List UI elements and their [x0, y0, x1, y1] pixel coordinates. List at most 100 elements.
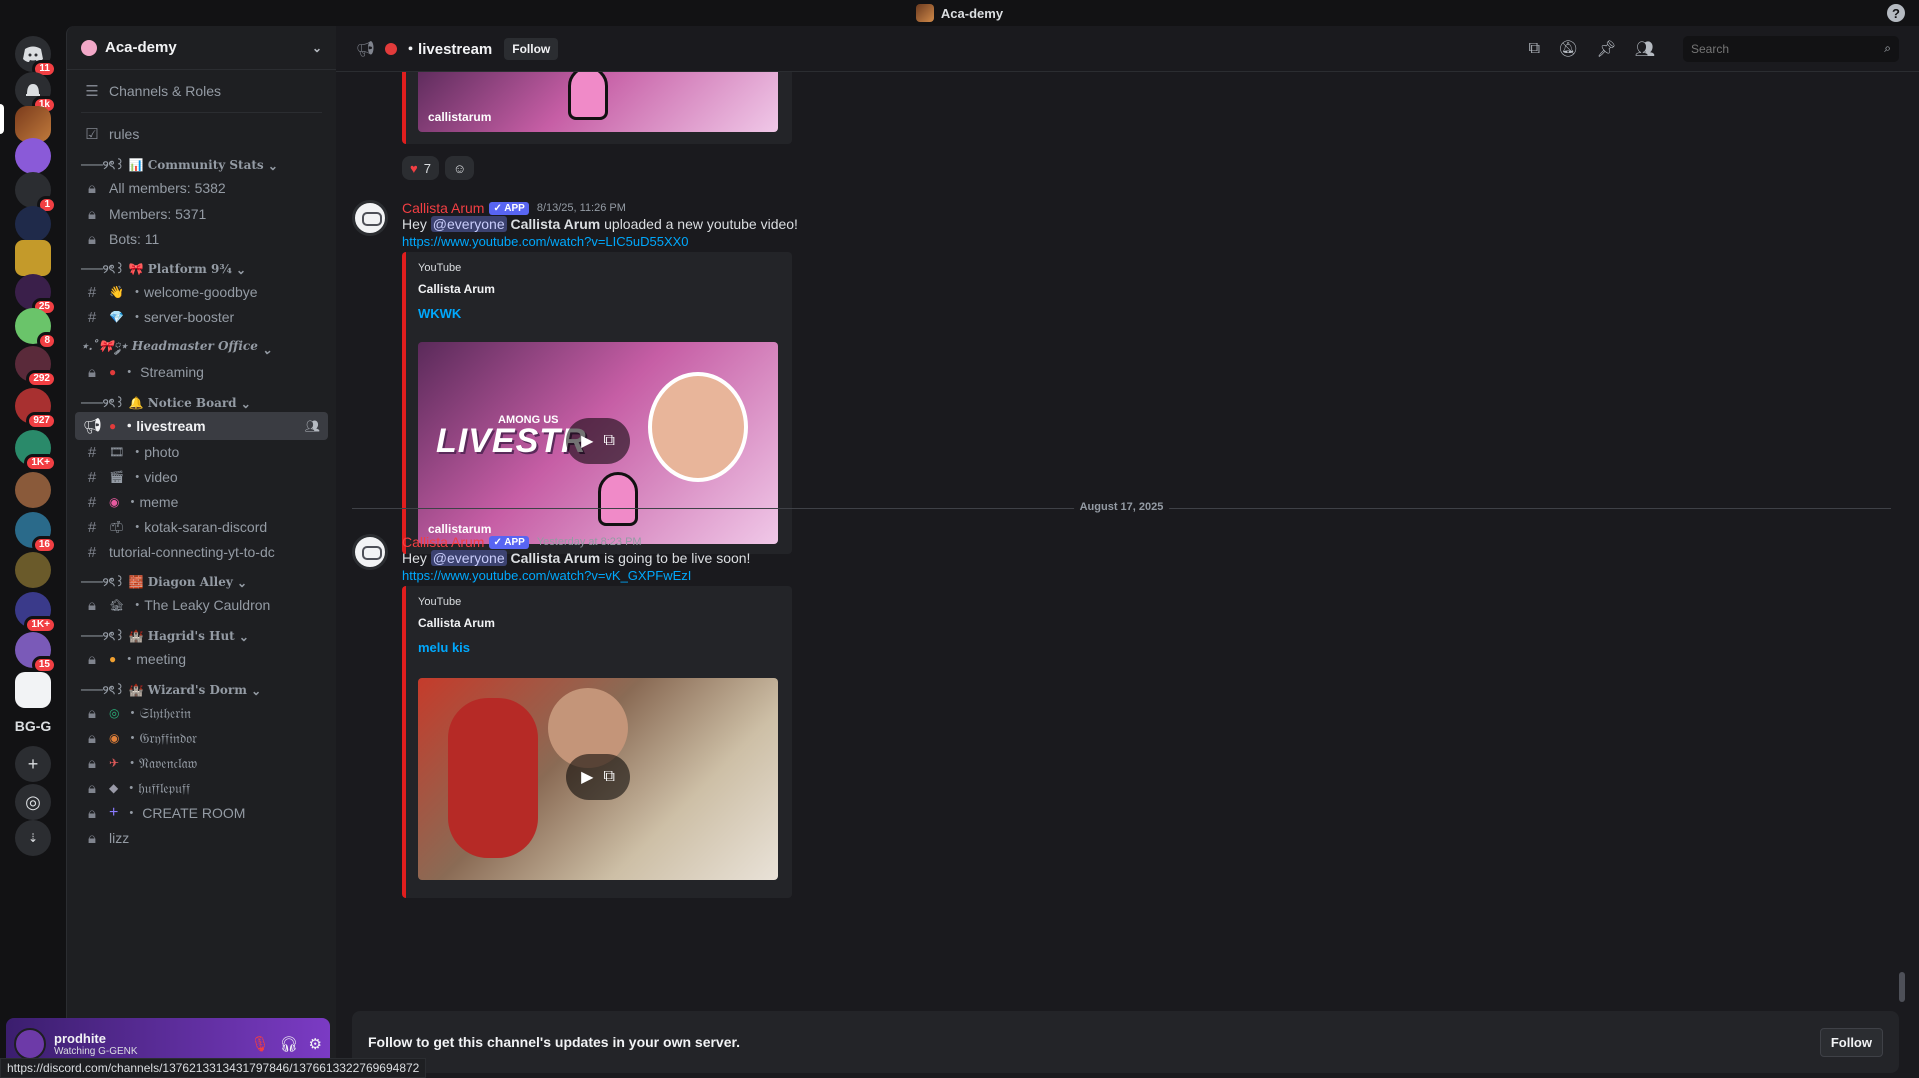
server-green[interactable]: 8	[15, 308, 57, 350]
sidebar-item-rules[interactable]: ☑ rules	[75, 120, 328, 148]
pin-icon[interactable]: 📌︎	[1596, 39, 1616, 59]
red-dot-icon: ●	[109, 365, 117, 379]
avatar[interactable]	[14, 1028, 46, 1060]
notification-muted-icon[interactable]: 🔕︎	[1558, 39, 1578, 59]
server-bg-g[interactable]: BG-G	[0, 718, 66, 734]
server-anime[interactable]	[15, 240, 51, 276]
discord-home-icon[interactable]: 11	[15, 36, 57, 78]
category-diagon-alley[interactable]: ───୨ৎ꒱ 🧱 Diagon Alley ⌄	[81, 573, 328, 593]
server-aca-demy[interactable]	[15, 106, 51, 142]
author-name[interactable]: Callista Arum	[402, 534, 484, 550]
author-name[interactable]: Callista Arum	[402, 200, 484, 216]
chevron-down-icon[interactable]: ⌄	[312, 41, 322, 55]
server-indigo[interactable]: 1K+	[15, 592, 57, 634]
threads-icon[interactable]: ⧉	[1529, 40, 1540, 58]
add-reaction-button[interactable]: ☺	[444, 156, 475, 180]
server-white[interactable]	[15, 672, 51, 708]
channel-lizz[interactable]: 🔒︎ lizz	[75, 824, 328, 852]
embed-provider[interactable]: YouTube	[418, 262, 461, 274]
clapper-icon: 🎬︎	[109, 470, 125, 484]
embed-title[interactable]: WKWK	[418, 306, 461, 321]
lock-icon: 🔒︎	[88, 230, 96, 248]
download-icon[interactable]: ⇣	[15, 820, 51, 856]
follow-button[interactable]: Follow	[504, 37, 559, 60]
search-field[interactable]	[1691, 41, 1885, 56]
scrollbar[interactable]	[1899, 972, 1905, 1002]
gear-icon[interactable]: ⚙	[309, 1035, 322, 1053]
server-purple[interactable]	[15, 138, 51, 174]
video-thumbnail[interactable]: AMONG US LIVESTR callistarum ▶ ⧉	[418, 342, 778, 544]
message-link[interactable]: https://www.youtube.com/watch?v=vK_GXPFw…	[402, 568, 691, 583]
channel-slytherin[interactable]: 🔒︎ ◎ ・𝔖𝔩𝔶𝔱𝔥𝔢𝔯𝔦𝔫	[75, 699, 328, 727]
server-maroon[interactable]: 292	[15, 346, 57, 388]
message-link[interactable]: https://www.youtube.com/watch?v=LIC5uD55…	[402, 234, 689, 249]
lock-icon: 🔒︎	[88, 754, 96, 772]
embed-title[interactable]: melu kis	[418, 640, 470, 655]
channel-meeting[interactable]: 🔒︎ ● ・meeting	[75, 645, 328, 673]
sidebar-item-channels-roles[interactable]: ☰ Channels & Roles	[75, 77, 328, 105]
channel-ravenclaw[interactable]: 🔒︎ ✈︎ ・𝔑𝔞𝔳𝔢𝔫𝔠𝔩𝔞𝔴	[75, 749, 328, 777]
channel-hufflepuff[interactable]: 🔒︎ ◆ ・𝔥𝔲𝔣𝔣𝔩𝔢𝔭𝔲𝔣𝔣	[75, 774, 328, 802]
embed-provider[interactable]: YouTube	[418, 596, 461, 608]
play-button[interactable]: ▶ ⧉	[566, 418, 630, 464]
red-dot-icon: ●	[109, 419, 117, 433]
mention[interactable]: @everyone	[430, 550, 507, 566]
avatar[interactable]	[352, 200, 388, 236]
add-member-icon[interactable]: 👥︎	[305, 419, 320, 433]
category-notice-board[interactable]: ───୨ৎ꒱ 🔔 Notice Board ⌄	[81, 394, 328, 414]
hash-icon: #	[87, 543, 97, 561]
server-teal[interactable]: 1K+	[15, 430, 57, 472]
server-yellow[interactable]: 16	[15, 512, 57, 554]
server-olive[interactable]	[15, 552, 51, 588]
notifications-icon[interactable]: 1k	[15, 72, 57, 114]
mic-muted-icon[interactable]: 🎙︎	[250, 1035, 269, 1053]
channel-meme[interactable]: # ◉ ・meme	[75, 488, 328, 516]
server-blue[interactable]	[15, 206, 51, 242]
add-server-icon[interactable]: +	[15, 746, 51, 782]
discover-icon[interactable]: ◎	[15, 784, 51, 820]
channel-streaming[interactable]: 🔒︎ ● ・ Streaming	[75, 358, 328, 386]
avatar[interactable]	[352, 534, 388, 570]
server-name: Aca-demy	[105, 39, 177, 56]
selected-pill	[0, 104, 4, 134]
channel-welcome-goodbye[interactable]: # 👋 ・welcome-goodbye	[75, 278, 328, 306]
channel-all-members[interactable]: 🔒︎ All members: 5382	[75, 174, 328, 202]
mention[interactable]: @everyone	[430, 216, 507, 232]
username[interactable]: prodhite	[54, 1031, 138, 1046]
category-community-stats[interactable]: ───୨ৎ꒱ 📊 Community Stats ⌄	[81, 156, 328, 176]
category-platform[interactable]: ───୨ৎ꒱ 🎀 Platform 9¾ ⌄	[81, 260, 328, 280]
help-icon[interactable]: ?	[1887, 4, 1905, 22]
server-dark[interactable]: 25	[15, 274, 57, 316]
channel-kotak-saran[interactable]: # 📫︎ ・kotak-saran-discord	[75, 513, 328, 541]
channel-bots[interactable]: 🔒︎ Bots: 11	[75, 225, 328, 253]
member-list-icon[interactable]: 👥︎	[1635, 39, 1655, 59]
search-input[interactable]: ⌕	[1683, 35, 1899, 62]
server-red-pixel[interactable]: 1	[15, 172, 57, 214]
channel-leaky-cauldron[interactable]: 🔒︎ 🏚︎ ・The Leaky Cauldron	[75, 591, 328, 619]
server-red[interactable]: 927	[15, 388, 57, 430]
category-headmaster-office[interactable]: ⋆.˚🎀༘⋆ Headmaster Office ⌄	[81, 339, 328, 360]
video-thumbnail[interactable]: callistarum	[418, 72, 778, 132]
embed-author[interactable]: Callista Arum	[418, 282, 495, 296]
category-hagrids-hut[interactable]: ───୨ৎ꒱ 🏰 Hagrid's Hut ⌄	[81, 627, 328, 647]
server-header[interactable]: Aca-demy ⌄	[67, 26, 336, 70]
channel-video[interactable]: # 🎬︎ ・video	[75, 463, 328, 491]
follow-banner-button[interactable]: Follow	[1819, 1027, 1883, 1057]
play-button[interactable]: ▶ ⧉	[566, 754, 630, 800]
channel-members[interactable]: 🔒︎ Members: 5371	[75, 200, 328, 228]
channel-server-booster[interactable]: # 💎 ・server-booster	[75, 303, 328, 331]
wave-icon: 👋	[109, 285, 124, 299]
channel-create-room[interactable]: 🔒︎ + ・ CREATE ROOM	[75, 799, 328, 827]
headphones-icon[interactable]: 🎧︎	[280, 1035, 299, 1053]
video-thumbnail[interactable]: ▶ ⧉	[418, 678, 778, 880]
embed-author[interactable]: Callista Arum	[418, 616, 495, 630]
mailbox-icon: 📫︎	[109, 520, 125, 534]
channel-photo[interactable]: # 🎞︎ ・photo	[75, 438, 328, 466]
channel-gryffindor[interactable]: 🔒︎ ◉ ・𝔊𝔯𝔶𝔣𝔣𝔦𝔫𝔡𝔬𝔯	[75, 724, 328, 752]
category-wizards-dorm[interactable]: ───୨ৎ꒱ 🏰 Wizard's Dorm ⌄	[81, 681, 328, 701]
channel-tutorial[interactable]: # tutorial-connecting-yt-to-dc	[75, 538, 328, 566]
channel-livestream[interactable]: 📢︎ ● ・livestream 👥︎	[75, 412, 328, 440]
server-violet[interactable]: 15	[15, 632, 57, 674]
server-brown[interactable]	[15, 472, 51, 508]
reaction-heart[interactable]: ♥ 7	[402, 156, 439, 180]
